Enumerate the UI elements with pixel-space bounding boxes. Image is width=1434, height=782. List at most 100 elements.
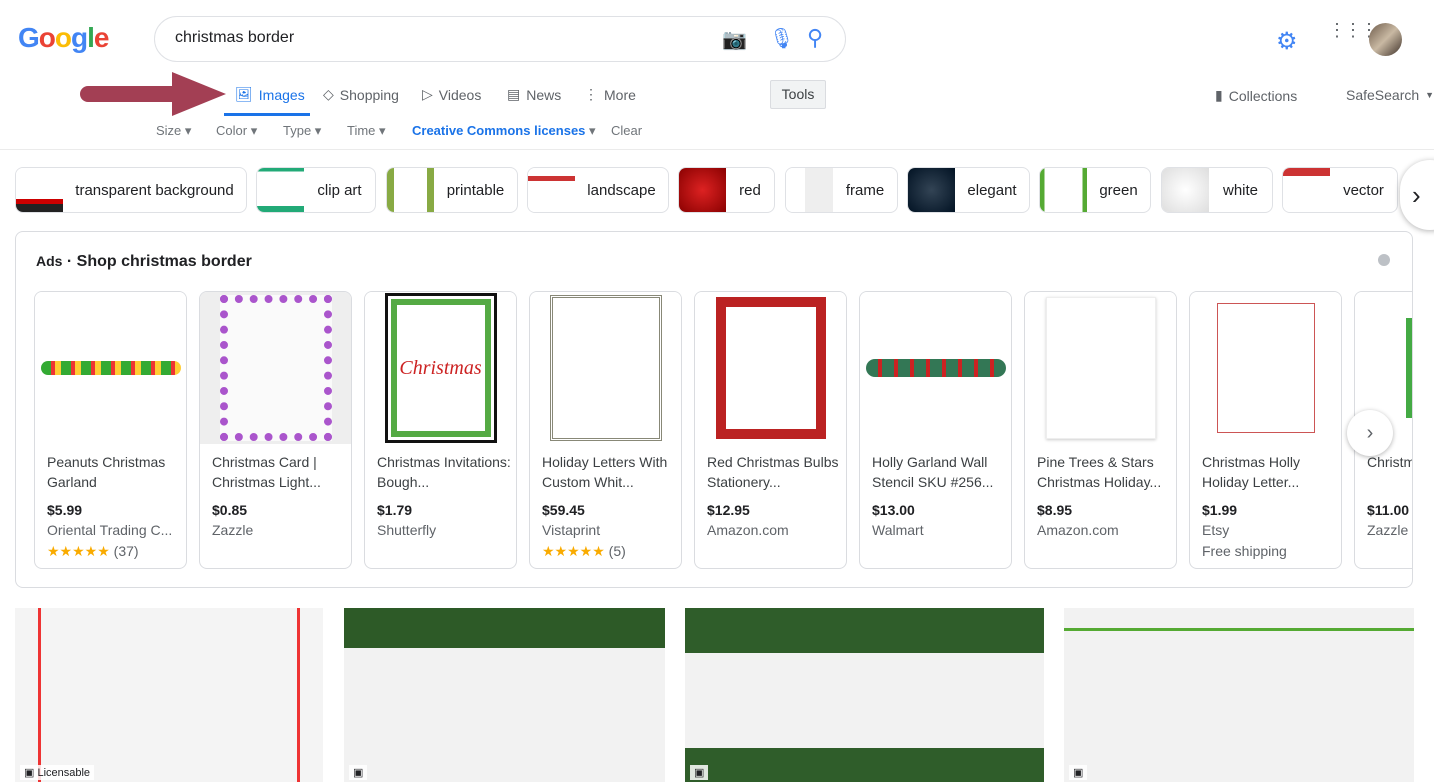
chip-elegant[interactable]: elegant [907, 167, 1030, 213]
product-price: $0.85 [212, 502, 248, 518]
filter-time[interactable]: Time ▾ [347, 123, 386, 139]
chip-white[interactable]: white [1161, 167, 1273, 213]
chip-transparent-background[interactable]: transparent background [15, 167, 247, 213]
chip-frame[interactable]: frame [785, 167, 898, 213]
news-icon: ▤ [507, 86, 521, 102]
filter-clear[interactable]: Clear [611, 123, 642, 138]
product-card[interactable]: Holiday Letters With Custom Whit... $59.4… [529, 291, 682, 569]
product-rating: ★★★★★ (5) [542, 543, 626, 559]
filter-type[interactable]: Type ▾ [283, 123, 321, 139]
product-card[interactable]: Christmas Christmas Invitations: Bough...… [364, 291, 517, 569]
chip-thumbnail [16, 168, 63, 212]
chip-thumbnail [257, 168, 304, 212]
product-card[interactable]: Christmas Holly Holiday Letter... $1.99 Et… [1189, 291, 1342, 569]
product-card[interactable]: Christmas Card | Christmas Light... $0.85… [199, 291, 352, 569]
product-price: $1.99 [1202, 502, 1238, 518]
image-result[interactable]: ▣ [1064, 608, 1414, 782]
product-image: Christmas [365, 292, 516, 444]
divider [0, 149, 1434, 150]
info-icon[interactable] [1378, 254, 1390, 266]
image-result[interactable]: ▣ [344, 608, 665, 782]
collections-button[interactable]: ▮ Collections [1215, 87, 1297, 104]
product-image [530, 292, 681, 444]
product-store: Shutterfly [377, 522, 437, 538]
safesearch-dropdown[interactable]: SafeSearch ▼ [1346, 87, 1434, 103]
chip-red[interactable]: red [678, 167, 775, 213]
product-title: Christmas Card | Christmas Light... [212, 454, 321, 490]
chip-thumbnail [528, 168, 575, 212]
search-icon[interactable]: ⚲ [807, 25, 823, 51]
chip-clip-art[interactable]: clip art [256, 167, 376, 213]
tab-news[interactable]: ▤ News [507, 86, 561, 103]
chip-printable[interactable]: printable [386, 167, 518, 213]
image-result[interactable]: ▣ Licensable [15, 608, 323, 782]
filter-size[interactable]: Size ▾ [156, 123, 191, 139]
product-store: Amazon.com [707, 522, 789, 538]
chip-landscape[interactable]: landscape [527, 167, 669, 213]
product-title: Holiday Letters With Custom Whit... [542, 454, 668, 490]
product-title: Christmas Invitations: Bough... [377, 454, 511, 490]
tab-shopping[interactable]: ◇ Shopping [323, 86, 399, 103]
camera-icon[interactable]: 📷 [722, 27, 747, 52]
shopping-ads-panel: Ads · Shop christmas border Peanuts Chri… [15, 231, 1413, 588]
apps-icon[interactable]: ⋮⋮⋮ [1328, 21, 1378, 39]
search-box[interactable]: 📷 🎙 ⚲ [154, 16, 846, 62]
chip-vector[interactable]: vector [1282, 167, 1398, 213]
tab-more[interactable]: ⋮ More [584, 86, 636, 103]
product-title: Peanuts Christmas Garland [47, 454, 166, 490]
image-icon: ▣ [1069, 765, 1088, 780]
avatar[interactable] [1369, 23, 1402, 56]
product-price: $13.00 [872, 502, 915, 518]
licensable-badge: ▣ Licensable [20, 765, 95, 780]
ads-heading: Ads · Shop christmas border [36, 253, 252, 270]
product-title: Holly Garland Wall Stencil SKU #256... [872, 454, 994, 490]
product-image [860, 292, 1011, 444]
chip-thumbnail [1162, 168, 1209, 212]
tag-icon: ◇ [323, 86, 334, 102]
tab-videos[interactable]: ▷ Videos [422, 86, 481, 103]
gear-icon[interactable]: ⚙ [1276, 27, 1298, 56]
product-store: Oriental Trading C... [47, 522, 173, 538]
product-image [1025, 292, 1176, 444]
image-icon: ▣ [349, 765, 368, 780]
product-image [1190, 292, 1341, 444]
chips-next-button[interactable]: › [1400, 160, 1434, 230]
product-price: $11.00 [1367, 502, 1410, 518]
product-store: Zazzle [212, 522, 254, 538]
product-store: Zazzle [1367, 522, 1409, 538]
product-store: Amazon.com [1037, 522, 1119, 538]
product-card[interactable]: Pine Trees & Stars Christmas Holiday... $… [1024, 291, 1177, 569]
shipping-note: Free shipping [1202, 543, 1287, 559]
product-store: Walmart [872, 522, 924, 538]
product-image [695, 292, 846, 444]
chip-thumbnail [1283, 168, 1330, 212]
product-price: $1.79 [377, 502, 413, 518]
tab-images[interactable]: 🖼 Images [235, 86, 305, 103]
chip-thumbnail [908, 168, 955, 212]
filter-license[interactable]: Creative Commons licenses ▾ [412, 123, 596, 139]
filter-color[interactable]: Color ▾ [216, 123, 257, 139]
product-image [200, 292, 351, 444]
product-title: Christmas Holly Holiday Letter... [1202, 454, 1301, 490]
image-icon: ▣ [690, 765, 709, 780]
product-price: $59.45 [542, 502, 585, 518]
chip-green[interactable]: green [1039, 167, 1151, 213]
bookmark-icon: ▮ [1215, 87, 1223, 103]
annotation-arrow [80, 72, 226, 116]
microphone-icon[interactable]: 🎙 [769, 26, 794, 51]
image-result[interactable]: ▣ [685, 608, 1044, 782]
chip-thumbnail [1040, 168, 1087, 212]
product-title: Red Christmas Bulbs Stationery... [707, 454, 839, 490]
image-icon: 🖼 [235, 86, 253, 102]
product-card[interactable]: Holly Garland Wall Stencil SKU #256... $1… [859, 291, 1012, 569]
google-logo[interactable]: Google [18, 22, 109, 54]
product-price: $5.99 [47, 502, 83, 518]
product-title: Pine Trees & Stars Christmas Holiday... [1037, 454, 1162, 490]
product-card[interactable]: Red Christmas Bulbs Stationery... $12.95 A… [694, 291, 847, 569]
caret-down-icon: ▼ [1425, 90, 1434, 100]
product-card[interactable]: Peanuts Christmas Garland $5.99 Oriental T… [34, 291, 187, 569]
search-input[interactable] [175, 29, 695, 47]
tools-button[interactable]: Tools [770, 80, 826, 109]
carousel-next-button[interactable]: › [1347, 410, 1393, 456]
product-image [35, 292, 186, 444]
